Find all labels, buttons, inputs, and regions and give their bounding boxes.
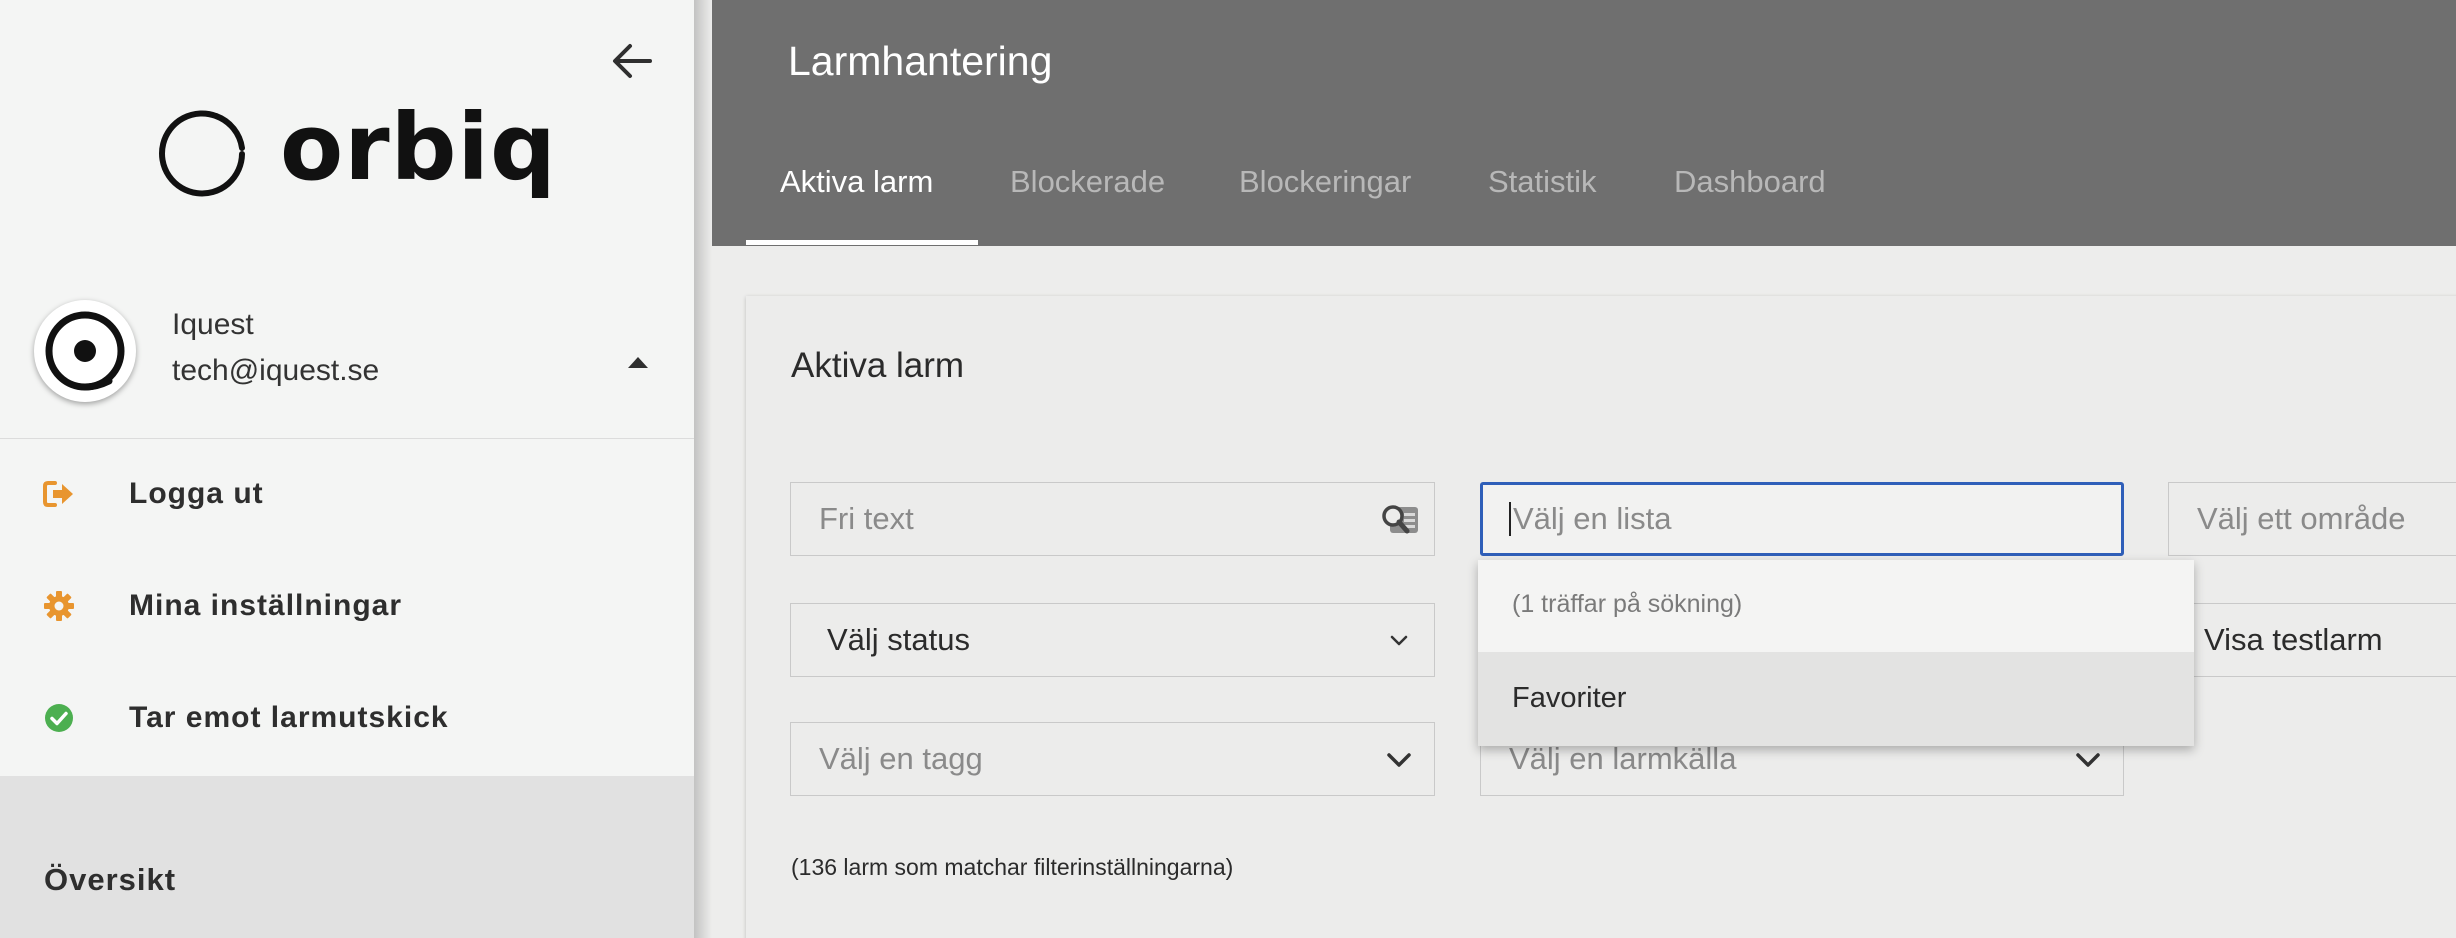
menu-item-settings[interactable]: Mina inställningar — [0, 556, 694, 656]
tab-blockerade[interactable]: Blockerade — [1010, 164, 1165, 200]
back-arrow-button[interactable] — [604, 36, 660, 86]
gear-icon — [42, 589, 76, 623]
list-select-input[interactable]: Välj en lista — [1480, 482, 2124, 556]
tab-aktiva-larm[interactable]: Aktiva larm — [780, 164, 933, 200]
menu-item-alarm-dispatch[interactable]: Tar emot larmutskick — [0, 668, 694, 768]
menu-item-label: Mina inställningar — [129, 589, 403, 622]
sidebar-shadow — [694, 0, 712, 938]
status-select-value: Välj status — [827, 622, 971, 657]
user-name: Iquest — [172, 308, 254, 341]
tab-blockeringar[interactable]: Blockeringar — [1239, 164, 1411, 200]
show-test-alarms-label: Visa testlarm — [2204, 622, 2383, 657]
match-count-text: (136 larm som matchar filterinställninga… — [791, 854, 1234, 880]
dropdown-option-label: Favoriter — [1512, 682, 1627, 714]
tag-select[interactable]: Välj en tagg — [790, 722, 1435, 796]
arrow-left-icon — [613, 44, 652, 78]
search-list-icon — [1382, 505, 1418, 534]
avatar[interactable] — [34, 300, 136, 402]
app-header — [712, 0, 2456, 246]
status-select[interactable]: Välj status — [790, 603, 1435, 677]
text-caret — [1509, 502, 1511, 536]
menu-item-label: Logga ut — [129, 477, 264, 510]
tag-select-placeholder: Välj en tagg — [819, 741, 983, 776]
card-title: Aktiva larm — [791, 346, 965, 385]
tab-dashboard[interactable]: Dashboard — [1674, 164, 1826, 200]
list-select-placeholder: Välj en lista — [1513, 501, 1672, 536]
check-circle-icon — [42, 701, 76, 735]
user-menu-toggle[interactable] — [620, 350, 656, 374]
sidebar-divider — [0, 438, 694, 439]
menu-item-logout[interactable]: Logga ut — [0, 444, 694, 544]
show-test-alarms-button[interactable]: Visa testlarm — [2190, 603, 2456, 677]
search-hit-count: (1 träffar på sökning) — [1512, 590, 1743, 618]
chevron-down-icon — [1387, 753, 1411, 767]
orbiq-avatar-icon — [45, 311, 125, 391]
area-select-placeholder: Välj ett område — [2197, 501, 2406, 536]
orbiq-logo: orbiq — [158, 102, 557, 200]
logo-text: orbiq — [280, 94, 557, 201]
page-title: Larmhantering — [788, 38, 1053, 84]
orbiq-logo-mark-icon — [159, 110, 245, 197]
list-dropdown-menu: (1 träffar på sökning) Favoriter — [1478, 560, 2194, 746]
user-email: tech@iquest.se — [172, 354, 380, 387]
sign-out-icon — [42, 477, 76, 511]
caret-up-icon — [628, 357, 648, 368]
chevron-down-icon — [1390, 635, 1408, 646]
dropdown-option-favoriter[interactable]: Favoriter — [1478, 652, 2194, 746]
section-label: Översikt — [44, 862, 177, 897]
chevron-down-icon — [2076, 753, 2100, 767]
area-select-input[interactable]: Välj ett område — [2168, 482, 2456, 556]
sidebar-section-overview[interactable] — [0, 776, 694, 938]
active-tab-indicator — [746, 240, 978, 245]
free-text-input[interactable]: Fri text — [790, 482, 1435, 556]
alarm-source-placeholder: Välj en larmkälla — [1509, 741, 1737, 776]
free-text-placeholder: Fri text — [819, 501, 914, 536]
menu-item-label: Tar emot larmutskick — [129, 701, 449, 734]
tab-statistik[interactable]: Statistik — [1488, 164, 1597, 200]
